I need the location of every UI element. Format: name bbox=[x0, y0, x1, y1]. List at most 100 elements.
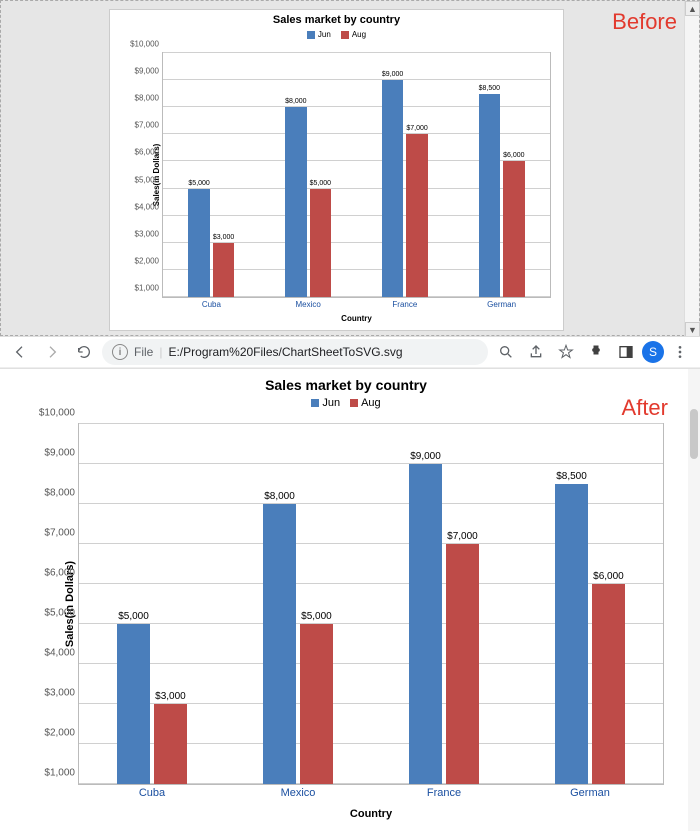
legend-swatch-icon bbox=[341, 31, 349, 39]
bar: $3,000 bbox=[154, 704, 186, 784]
data-label: $6,000 bbox=[593, 571, 624, 584]
data-label: $5,000 bbox=[118, 611, 149, 624]
info-icon[interactable]: i bbox=[112, 344, 128, 360]
forward-button[interactable] bbox=[38, 338, 66, 366]
scroll-down-icon[interactable]: ▼ bbox=[685, 322, 700, 337]
x-tick-label: Mexico bbox=[281, 784, 316, 799]
data-label: $9,000 bbox=[410, 451, 441, 464]
url-path: E:/Program%20Files/ChartSheetToSVG.svg bbox=[168, 345, 402, 359]
y-tick-label: $5,000 bbox=[135, 175, 163, 184]
y-tick-label: $6,000 bbox=[44, 568, 79, 579]
bar: $7,000 bbox=[406, 134, 427, 297]
y-tick-label: $7,000 bbox=[135, 121, 163, 130]
y-tick-label: $5,000 bbox=[44, 608, 79, 619]
bar: $5,000 bbox=[310, 189, 331, 297]
y-tick-label: $9,000 bbox=[135, 67, 163, 76]
legend-item-jun: Jun bbox=[311, 397, 340, 409]
bar: $5,000 bbox=[117, 624, 149, 784]
bar: $8,500 bbox=[555, 484, 587, 784]
chart-legend: Jun Aug bbox=[12, 393, 680, 413]
magnifier-icon bbox=[498, 344, 514, 360]
chart-after: After Sales market by country Jun Aug Sa… bbox=[12, 373, 680, 827]
bookmark-button[interactable] bbox=[552, 338, 580, 366]
toolbar-right: S bbox=[492, 338, 694, 366]
plot-area: Sales(in Dollars) Country $1,000$2,000$3… bbox=[78, 423, 664, 785]
address-bar[interactable]: i File | E:/Program%20Files/ChartSheetTo… bbox=[102, 339, 488, 365]
bar: $5,000 bbox=[300, 624, 332, 784]
y-tick-label: $4,000 bbox=[135, 202, 163, 211]
data-label: $8,000 bbox=[264, 491, 295, 504]
data-label: $3,000 bbox=[213, 234, 234, 243]
arrow-left-icon bbox=[12, 344, 28, 360]
menu-button[interactable] bbox=[666, 338, 694, 366]
y-tick-label: $10,000 bbox=[39, 408, 79, 419]
data-label: $8,000 bbox=[285, 98, 306, 107]
data-label: $5,000 bbox=[188, 180, 209, 189]
data-label: $8,500 bbox=[479, 85, 500, 94]
legend-item-aug: Aug bbox=[341, 30, 366, 39]
arrow-right-icon bbox=[44, 344, 60, 360]
legend-item-aug: Aug bbox=[350, 397, 381, 409]
data-label: $9,000 bbox=[382, 71, 403, 80]
chart-legend: Jun Aug bbox=[110, 26, 563, 43]
chart-title: Sales market by country bbox=[110, 10, 563, 26]
bar: $9,000 bbox=[409, 464, 441, 784]
before-panel: Before ▲ ▼ Sales market by country Jun A… bbox=[0, 0, 700, 336]
gridline bbox=[163, 52, 550, 53]
y-tick-label: $3,000 bbox=[44, 688, 79, 699]
data-label: $7,000 bbox=[447, 531, 478, 544]
bar: $6,000 bbox=[503, 161, 524, 297]
star-icon bbox=[558, 344, 574, 360]
y-tick-label: $1,000 bbox=[135, 284, 163, 293]
data-label: $8,500 bbox=[556, 471, 587, 484]
y-tick-label: $10,000 bbox=[130, 40, 163, 49]
y-tick-label: $4,000 bbox=[44, 648, 79, 659]
extensions-button[interactable] bbox=[582, 338, 610, 366]
panel-button[interactable] bbox=[612, 338, 640, 366]
y-tick-label: $8,000 bbox=[44, 488, 79, 499]
y-tick-label: $2,000 bbox=[44, 728, 79, 739]
scrollbar-vertical[interactable]: ▲ ▼ bbox=[684, 1, 699, 337]
browser-toolbar: i File | E:/Program%20Files/ChartSheetTo… bbox=[0, 336, 700, 368]
y-tick-label: $3,000 bbox=[135, 229, 163, 238]
scrollbar-vertical[interactable] bbox=[688, 369, 700, 831]
bar: $7,000 bbox=[446, 544, 478, 784]
y-tick-label: $7,000 bbox=[44, 528, 79, 539]
chart-before: Sales market by country Jun Aug Sales(in… bbox=[109, 9, 564, 331]
data-label: $6,000 bbox=[503, 152, 524, 161]
share-icon bbox=[528, 344, 544, 360]
data-label: $3,000 bbox=[155, 691, 186, 704]
legend-swatch-icon bbox=[311, 399, 319, 407]
x-tick-label: France bbox=[392, 297, 417, 309]
data-label: $7,000 bbox=[406, 125, 427, 134]
bar: $8,000 bbox=[263, 504, 295, 784]
bar: $6,000 bbox=[592, 584, 624, 784]
x-tick-label: Mexico bbox=[295, 297, 320, 309]
profile-avatar[interactable]: S bbox=[642, 341, 664, 363]
url-prefix: File bbox=[134, 345, 153, 359]
before-label: Before bbox=[612, 9, 677, 35]
gridline bbox=[163, 79, 550, 80]
zoom-button[interactable] bbox=[492, 338, 520, 366]
reload-button[interactable] bbox=[70, 338, 98, 366]
x-tick-label: Cuba bbox=[202, 297, 221, 309]
x-tick-label: Cuba bbox=[139, 784, 165, 799]
plot-area: Sales(in Dollars) Country $1,000$2,000$3… bbox=[162, 52, 551, 298]
scrollbar-thumb[interactable] bbox=[690, 409, 698, 459]
gridline bbox=[79, 463, 663, 464]
y-tick-label: $2,000 bbox=[135, 256, 163, 265]
puzzle-icon bbox=[588, 344, 604, 360]
bar: $8,500 bbox=[479, 94, 500, 297]
y-tick-label: $8,000 bbox=[135, 94, 163, 103]
share-button[interactable] bbox=[522, 338, 550, 366]
y-tick-label: $9,000 bbox=[44, 448, 79, 459]
bar: $5,000 bbox=[188, 189, 209, 297]
kebab-icon bbox=[672, 344, 688, 360]
legend-swatch-icon bbox=[350, 399, 358, 407]
bar: $3,000 bbox=[213, 243, 234, 297]
back-button[interactable] bbox=[6, 338, 34, 366]
scroll-up-icon[interactable]: ▲ bbox=[685, 1, 700, 16]
y-tick-label: $1,000 bbox=[44, 768, 79, 779]
x-axis-label: Country bbox=[341, 314, 372, 323]
gridline bbox=[79, 423, 663, 424]
